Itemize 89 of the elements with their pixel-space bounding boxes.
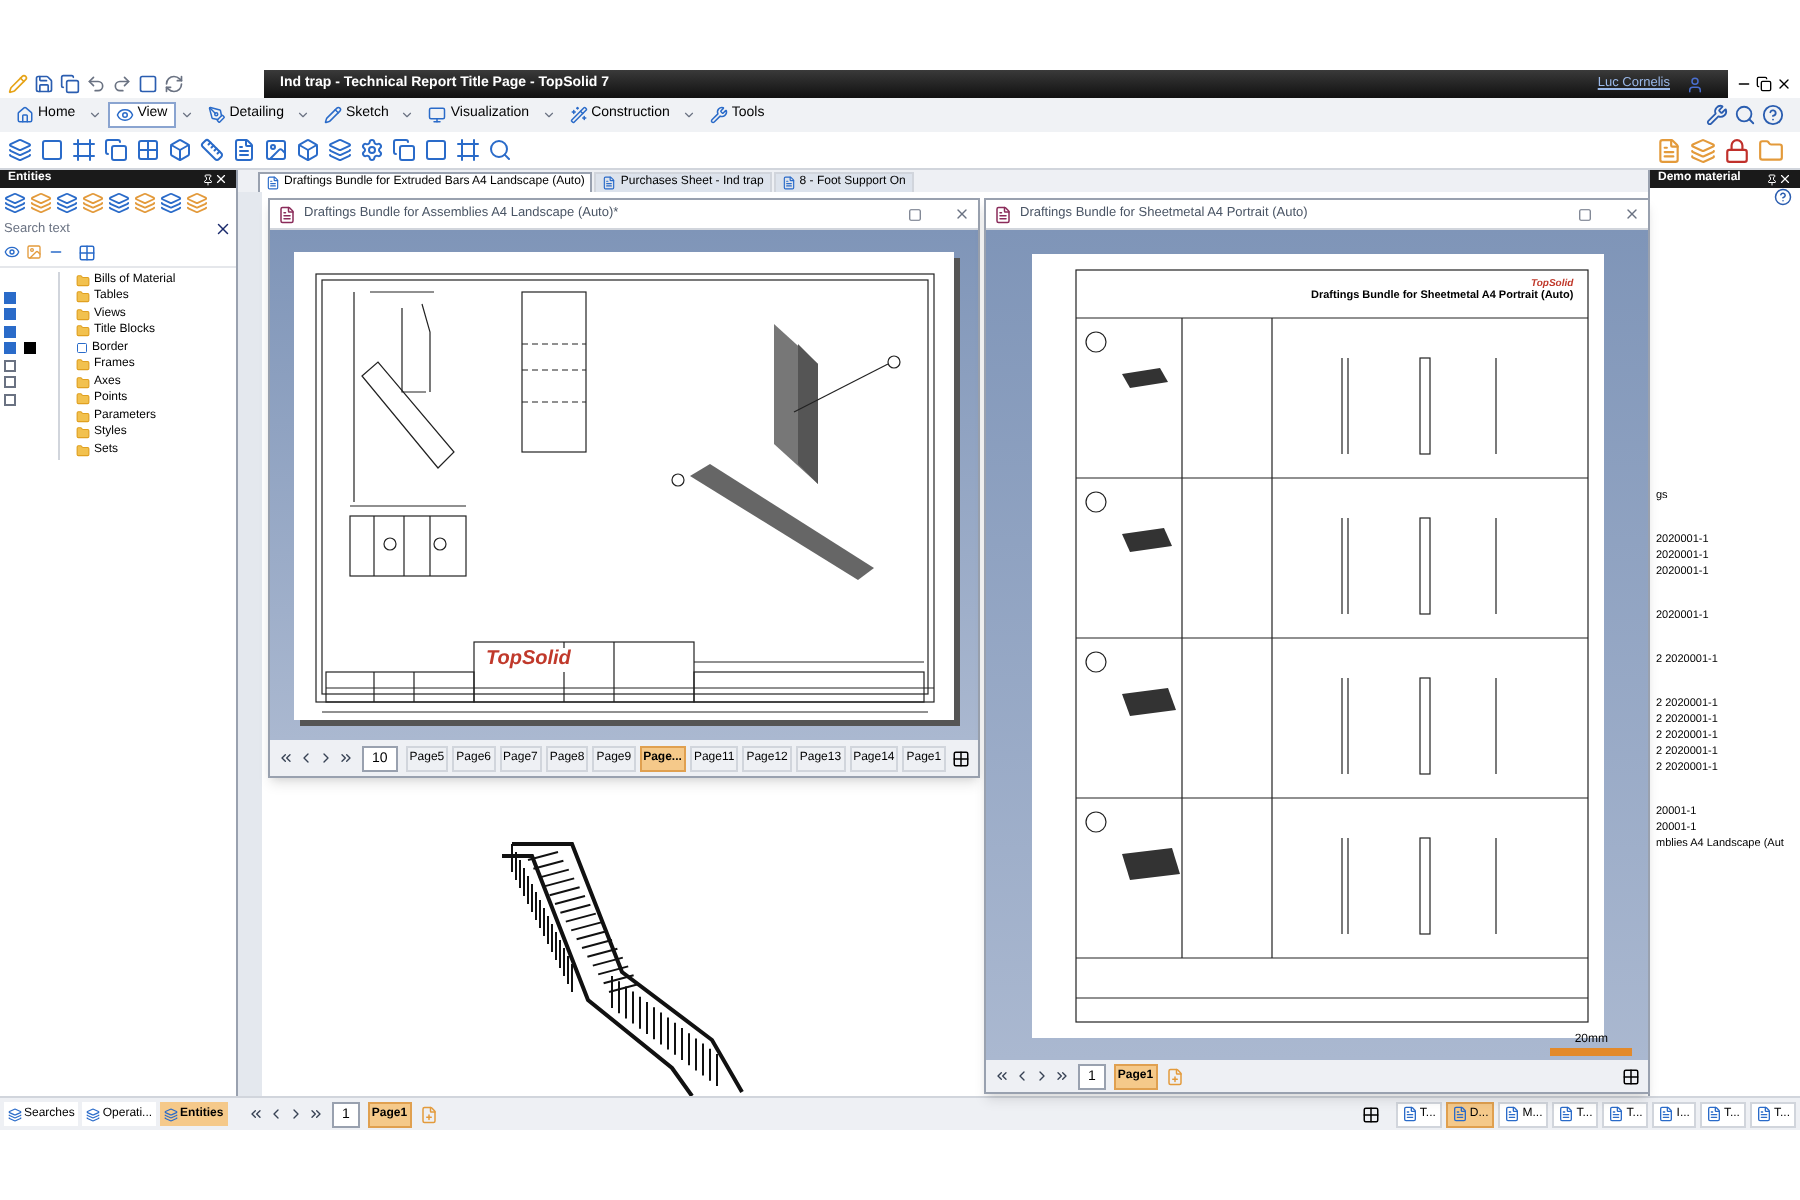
tool-icon[interactable]: [296, 138, 320, 162]
first-page-icon[interactable]: [248, 1106, 264, 1122]
dropdown-icon[interactable]: [681, 108, 696, 122]
document-icon: [1451, 1106, 1468, 1122]
search-icon[interactable]: [1734, 104, 1756, 126]
last-page-icon[interactable]: [1054, 1068, 1070, 1084]
lock-icon[interactable]: [1724, 137, 1750, 163]
visibility-checkbox[interactable]: [4, 359, 16, 372]
border-icon: [76, 342, 88, 355]
help-icon[interactable]: [1774, 188, 1792, 206]
tab-icon: [115, 106, 134, 124]
visibility-checkbox[interactable]: [4, 376, 16, 389]
tool-icon[interactable]: [456, 138, 480, 162]
tool-icon[interactable]: [488, 138, 512, 162]
layers-icon: [86, 1107, 101, 1121]
visibility-checkbox[interactable]: [4, 393, 16, 406]
redo-icon[interactable]: [112, 74, 132, 94]
last-page-icon[interactable]: [338, 750, 354, 766]
document-icon: [266, 176, 280, 190]
tool-icon[interactable]: [104, 138, 128, 162]
tool-icon[interactable]: [264, 138, 288, 162]
tab-icon: [569, 106, 588, 124]
visibility-checkbox[interactable]: [4, 308, 16, 321]
document-icon: [1401, 1106, 1418, 1122]
dropdown-icon[interactable]: [87, 108, 102, 122]
document-icon: [781, 176, 796, 190]
tool-icon[interactable]: [168, 138, 192, 162]
layers-icon: [164, 1107, 179, 1121]
dropdown-icon[interactable]: [179, 108, 194, 122]
dropdown-icon[interactable]: [295, 108, 310, 122]
document-icon: [1608, 1106, 1625, 1122]
user-icon[interactable]: [1686, 75, 1704, 93]
copy-icon[interactable]: [60, 74, 80, 94]
tab-icon: [428, 106, 447, 124]
refresh-icon[interactable]: [164, 74, 184, 94]
document-icon: [278, 205, 296, 223]
logo-text: TopSolid: [484, 647, 573, 671]
tool-icon[interactable]: [392, 138, 416, 162]
layout-icon[interactable]: [952, 749, 970, 767]
previous-page-icon[interactable]: [268, 1106, 284, 1122]
tab-icon: [323, 106, 342, 124]
document-icon: [994, 205, 1012, 223]
next-page-icon[interactable]: [1034, 1068, 1050, 1084]
tool-icon[interactable]: [232, 138, 256, 162]
visibility-checkbox[interactable]: [4, 291, 16, 304]
previous-page-icon[interactable]: [298, 750, 314, 766]
previous-page-icon[interactable]: [1014, 1068, 1030, 1084]
clear-icon[interactable]: [214, 220, 232, 238]
tool-icon[interactable]: [328, 138, 352, 162]
tool-icon[interactable]: [8, 138, 32, 162]
layers-icon: [8, 1107, 22, 1121]
layout-icon[interactable]: [1622, 1067, 1640, 1085]
tool-icon[interactable]: [40, 138, 64, 162]
tool-icon[interactable]: [72, 138, 96, 162]
maximize-icon[interactable]: [1578, 207, 1592, 221]
document-icon: [1504, 1106, 1521, 1122]
tool-icon[interactable]: [200, 138, 224, 162]
visibility-checkbox[interactable]: [4, 342, 16, 355]
document-icon: [602, 176, 617, 190]
visibility-icon[interactable]: [4, 244, 20, 260]
document-icon: [1705, 1106, 1722, 1122]
next-page-icon[interactable]: [288, 1106, 304, 1122]
tool-icon[interactable]: [360, 138, 384, 162]
document-icon: [1558, 1106, 1575, 1122]
tab-icon: [16, 106, 34, 124]
close-icon[interactable]: [1776, 76, 1792, 92]
restore-icon[interactable]: [1756, 76, 1772, 92]
columns-icon[interactable]: [78, 244, 96, 262]
next-page-icon[interactable]: [318, 750, 334, 766]
tab-icon: [207, 106, 226, 124]
dropdown-icon[interactable]: [400, 108, 415, 122]
first-page-icon[interactable]: [994, 1068, 1010, 1084]
last-page-icon[interactable]: [308, 1106, 324, 1122]
pin-icon[interactable]: [202, 173, 214, 185]
visibility-checkbox[interactable]: [4, 325, 16, 338]
help-icon[interactable]: [1762, 104, 1784, 126]
dropdown-icon[interactable]: [541, 108, 556, 122]
first-page-icon[interactable]: [278, 750, 294, 766]
maximize-icon[interactable]: [908, 207, 922, 221]
document-icon: [1755, 1106, 1772, 1122]
layout-icon[interactable]: [1361, 1105, 1380, 1123]
pin-icon[interactable]: [1766, 173, 1778, 185]
undo-icon[interactable]: [86, 74, 106, 94]
tab-icon: [709, 106, 728, 124]
save-icon[interactable]: [34, 74, 54, 94]
document-icon: [1658, 1106, 1675, 1122]
tool-icon[interactable]: [424, 138, 448, 162]
tool-icon[interactable]: [136, 138, 160, 162]
tools-icon[interactable]: [1706, 104, 1728, 126]
